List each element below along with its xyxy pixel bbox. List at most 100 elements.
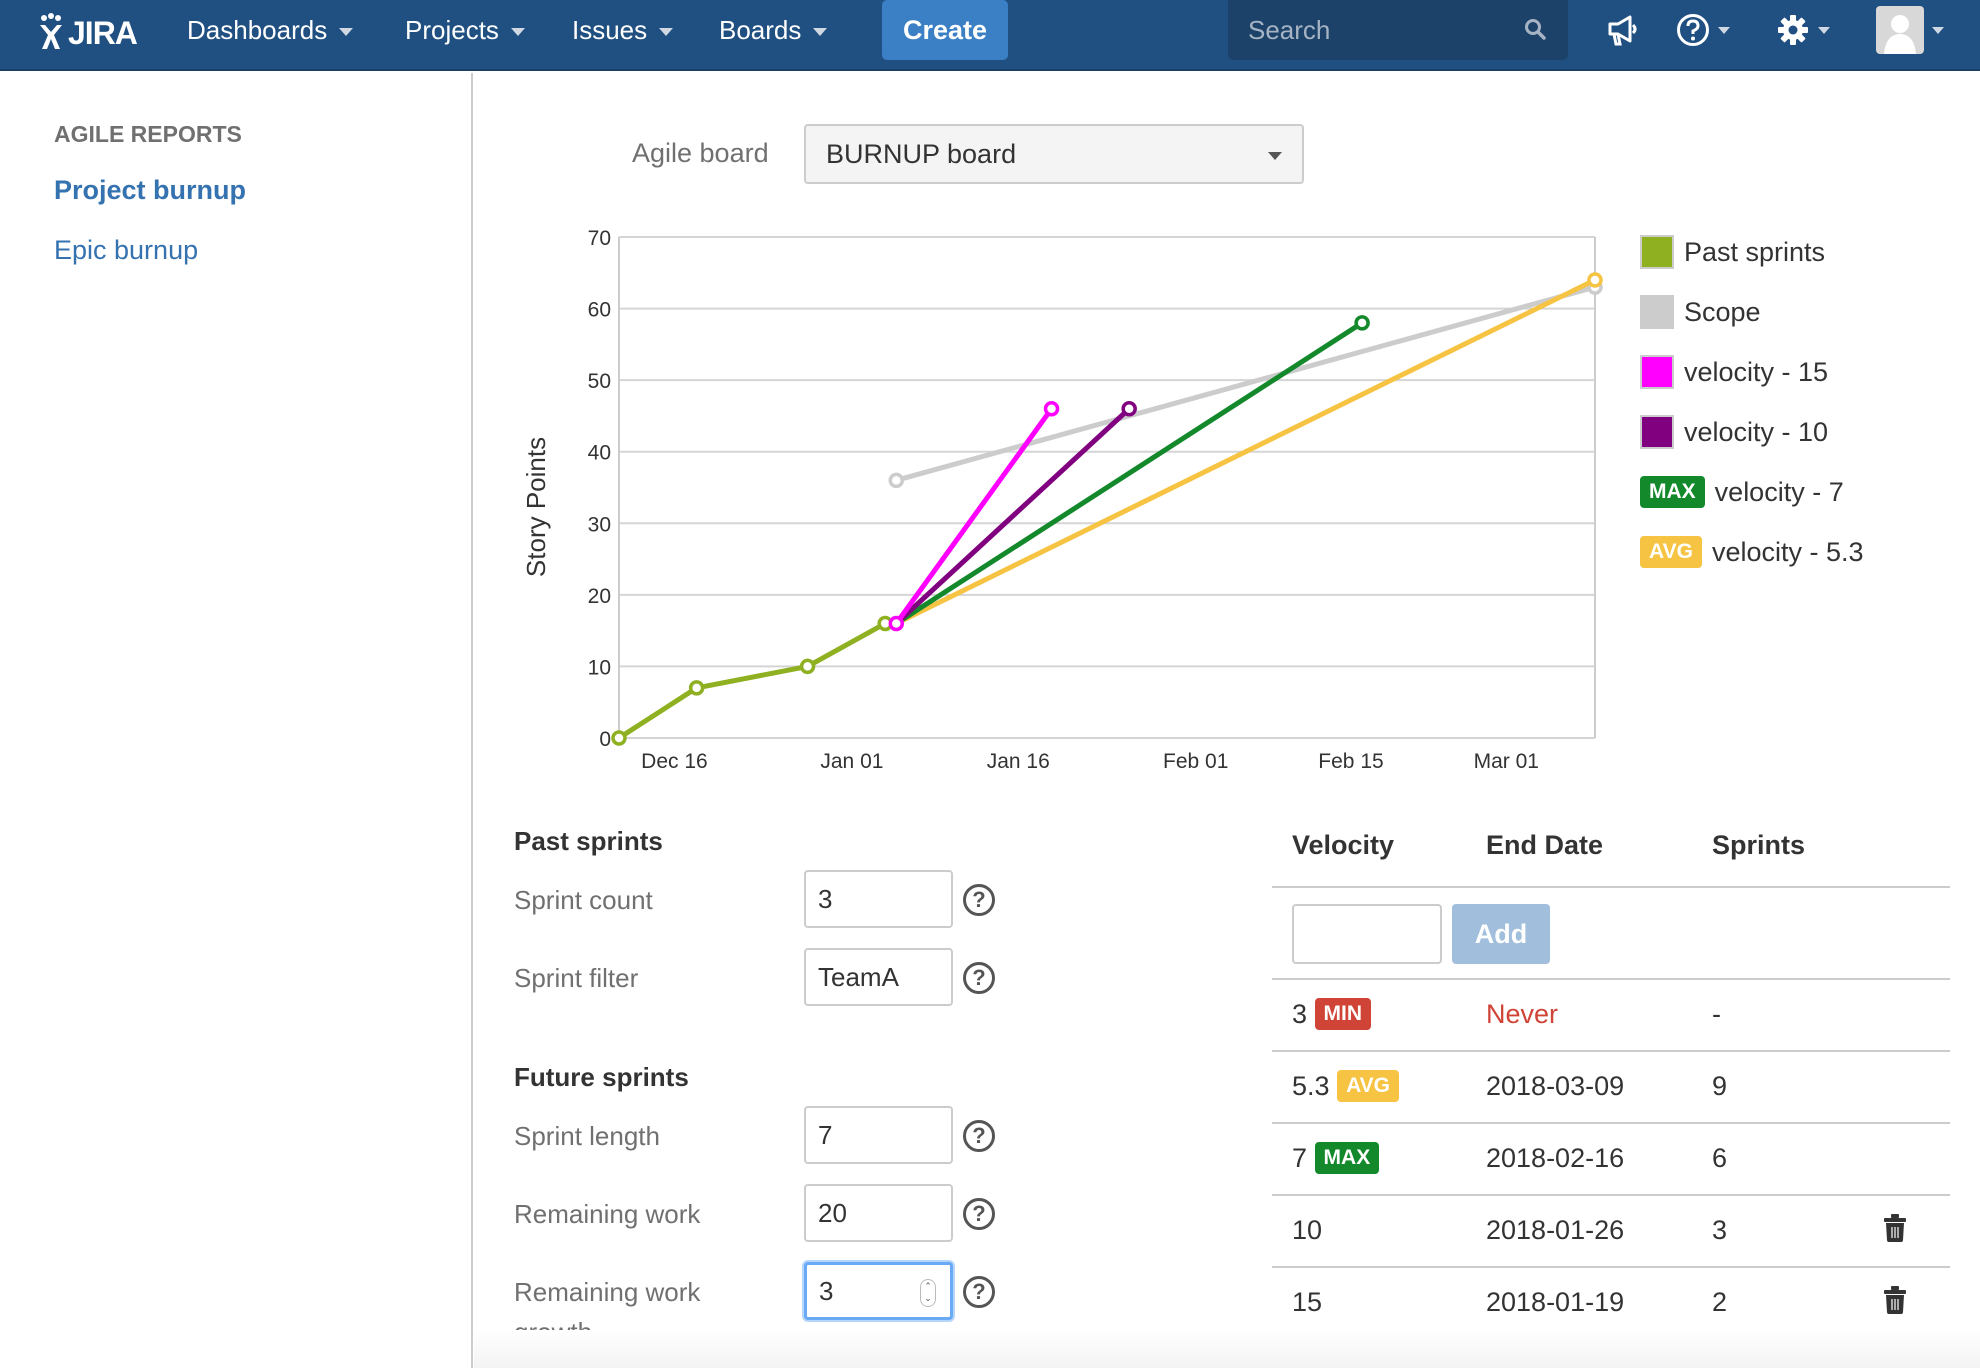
max-badge: MAX xyxy=(1640,476,1705,508)
add-velocity-button[interactable]: Add xyxy=(1452,904,1550,964)
y-tick-label: 50 xyxy=(588,370,611,393)
remaining-work-growth-value: 3 xyxy=(819,1275,834,1306)
legend-item-scope[interactable]: Scope xyxy=(1640,292,1761,332)
nav-projects[interactable]: Projects xyxy=(405,12,525,48)
legend-item-velocity-10[interactable]: velocity - 10 xyxy=(1640,412,1828,452)
sprint-filter-label: Sprint filter xyxy=(514,963,639,993)
future-sprints-title: Future sprints xyxy=(514,1062,689,1092)
chevron-down-icon xyxy=(1718,26,1730,34)
column-header-end-date: End Date xyxy=(1486,830,1604,860)
legend-label: velocity - 5.3 xyxy=(1711,536,1864,567)
velocity-cell: 3 MIN xyxy=(1292,994,1381,1034)
help-icon[interactable]: ? xyxy=(963,1120,995,1152)
search-icon xyxy=(1525,19,1546,40)
y-tick-label: 70 xyxy=(588,227,611,250)
legend-item-past-sprints[interactable]: Past sprints xyxy=(1640,232,1825,272)
legend-swatch xyxy=(1640,355,1674,389)
divider xyxy=(1272,886,1950,888)
bottom-fade xyxy=(474,1330,1980,1368)
sprint-count-input[interactable]: 3 xyxy=(804,870,953,928)
data-point xyxy=(888,615,905,632)
sidebar-heading: AGILE REPORTS xyxy=(54,121,242,147)
sidebar-item-epic-burnup[interactable]: Epic burnup xyxy=(54,235,198,266)
sidebar-item-project-burnup[interactable]: Project burnup xyxy=(54,175,246,206)
jira-logo[interactable]: JIRA xyxy=(36,8,138,58)
search-input[interactable]: Search xyxy=(1228,0,1568,60)
divider xyxy=(1272,1050,1950,1052)
series-line-past-sprints xyxy=(617,621,887,741)
data-point xyxy=(1043,401,1060,417)
avatar xyxy=(1876,6,1924,54)
velocity-value: 7 xyxy=(1292,1142,1308,1173)
help-icon xyxy=(1677,14,1709,46)
divider xyxy=(1272,1194,1950,1196)
legend-label: Scope xyxy=(1684,296,1761,327)
remaining-work-input[interactable]: 20 xyxy=(804,1184,953,1242)
x-tick-label: Jan 01 xyxy=(820,750,883,773)
y-tick-label: 10 xyxy=(588,656,611,679)
legend-swatch xyxy=(1640,415,1674,449)
legend-item-velocity-15[interactable]: velocity - 15 xyxy=(1640,352,1828,392)
chevron-down-icon xyxy=(339,28,354,36)
sprints-cell: 3 xyxy=(1712,1214,1728,1245)
velocity-cell: 15 xyxy=(1292,1286,1323,1317)
help-menu-button[interactable] xyxy=(1676,12,1730,48)
y-axis-label: Story Points xyxy=(521,437,551,577)
y-tick-label: 20 xyxy=(588,585,611,608)
x-axis-ticks: Dec 16 Jan 01 Jan 16 Feb 01 Feb 15 Mar 01 xyxy=(641,750,1539,773)
help-icon[interactable]: ? xyxy=(963,1198,995,1230)
legend-item-velocity-avg[interactable]: AVG velocity - 5.3 xyxy=(1640,532,1864,572)
remaining-work-growth-input[interactable]: 3 ⌃ ⌄ xyxy=(804,1262,953,1320)
help-icon[interactable]: ? xyxy=(963,962,995,994)
nav-dashboards-label: Dashboards xyxy=(187,14,328,45)
legend-item-velocity-max[interactable]: MAX velocity - 7 xyxy=(1640,472,1844,512)
help-icon[interactable]: ? xyxy=(963,884,995,916)
sprint-length-input[interactable]: 7 xyxy=(804,1106,953,1164)
sprints-cell: - xyxy=(1712,998,1721,1029)
nav-dashboards[interactable]: Dashboards xyxy=(187,12,354,48)
user-menu-button[interactable] xyxy=(1876,6,1944,54)
divider xyxy=(1272,1266,1950,1268)
agile-board-label: Agile board xyxy=(632,138,769,168)
x-tick-label: Feb 15 xyxy=(1318,750,1383,773)
legend-swatch xyxy=(1640,295,1674,329)
series-velocity-10 xyxy=(894,401,1137,626)
column-header-velocity: Velocity xyxy=(1292,830,1395,860)
data-point xyxy=(1354,315,1370,331)
y-tick-label: 60 xyxy=(588,299,611,322)
trash-icon[interactable] xyxy=(1884,1214,1906,1242)
sprint-filter-input[interactable]: TeamA xyxy=(804,948,953,1006)
column-header-sprints: Sprints xyxy=(1712,830,1806,860)
megaphone-icon xyxy=(1608,15,1637,46)
x-tick-label: Feb 01 xyxy=(1163,750,1228,773)
notifications-button[interactable] xyxy=(1606,12,1642,48)
x-tick-label: Jan 16 xyxy=(987,750,1050,773)
legend-label: velocity - 10 xyxy=(1684,416,1829,447)
end-date-cell: 2018-03-09 xyxy=(1486,1070,1625,1101)
avg-badge: AVG xyxy=(1640,536,1702,568)
past-sprints-title: Past sprints xyxy=(514,826,663,856)
end-date-cell: 2018-01-19 xyxy=(1486,1286,1625,1317)
velocity-cell: 10 xyxy=(1292,1214,1323,1245)
help-icon[interactable]: ? xyxy=(963,1276,995,1308)
top-navigation-bar: JIRA Dashboards Projects Issues Boards C… xyxy=(0,0,1980,71)
legend-label: Past sprints xyxy=(1684,236,1826,267)
number-spinner[interactable]: ⌃ ⌄ xyxy=(920,1279,936,1307)
chevron-down-icon xyxy=(659,28,674,36)
create-button[interactable]: Create xyxy=(882,0,1008,60)
agile-board-select[interactable]: BURNUP board xyxy=(804,124,1304,184)
sprints-cell: 9 xyxy=(1712,1070,1728,1101)
add-velocity-input[interactable] xyxy=(1292,904,1442,964)
nav-boards[interactable]: Boards xyxy=(719,12,828,48)
trash-icon[interactable] xyxy=(1884,1286,1906,1314)
logo-text: JIRA xyxy=(68,14,138,51)
settings-menu-button[interactable] xyxy=(1776,12,1830,48)
divider xyxy=(1272,1122,1950,1124)
data-point xyxy=(611,730,627,746)
legend-label: velocity - 15 xyxy=(1684,356,1829,387)
nav-issues[interactable]: Issues xyxy=(572,12,674,48)
sprints-cell: 2 xyxy=(1712,1286,1728,1317)
end-date-cell: 2018-02-16 xyxy=(1486,1142,1625,1173)
sprint-count-label: Sprint count xyxy=(514,885,653,915)
sprints-cell: 6 xyxy=(1712,1142,1728,1173)
